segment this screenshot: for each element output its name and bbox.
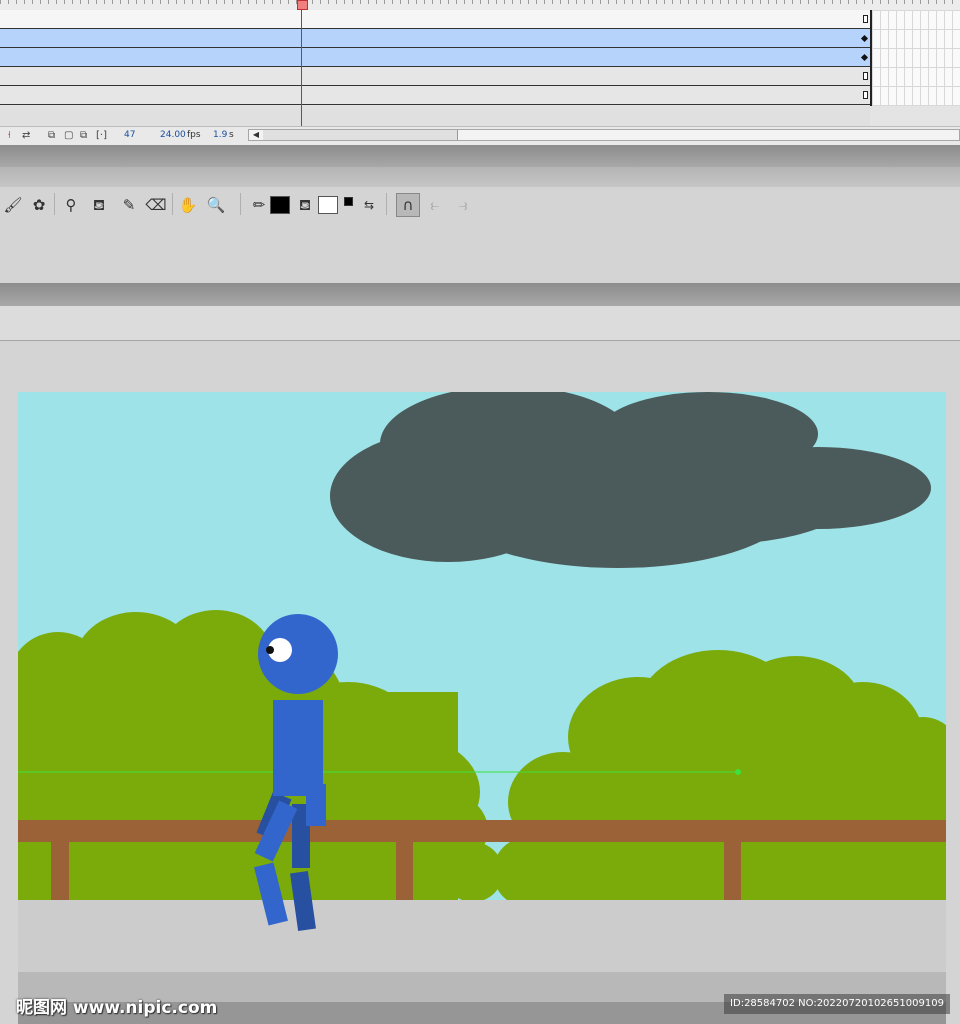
- watermark-right: ID:28584702 NO:20220720102651009109: [724, 994, 950, 1014]
- fill-color-icon[interactable]: ⛾: [294, 194, 316, 216]
- blank-keyframe-marker: [863, 91, 868, 99]
- layer-row[interactable]: [0, 86, 870, 105]
- scrollbar-thumb[interactable]: [263, 130, 458, 140]
- frame-rate[interactable]: 24.00: [160, 130, 186, 141]
- edit-multiple-frames-icon[interactable]: ⧉: [80, 130, 87, 141]
- elapsed-time-unit: s: [229, 130, 234, 140]
- frame-grid[interactable]: [870, 10, 960, 106]
- layer-row[interactable]: [0, 10, 870, 29]
- ground: [18, 900, 946, 972]
- eraser-icon[interactable]: ⌫: [145, 194, 167, 216]
- stage-edit-bar: [0, 306, 960, 341]
- tool-separator: [386, 193, 387, 215]
- tools-panel: 🖌 ✿ ⚲ ⛾ ✎ ⌫ ✋ 🔍 ✏ ⛾ ⇆ ∩ ⥼ ⥽: [0, 187, 960, 283]
- panel-header: [0, 167, 960, 187]
- fill-color-swatch[interactable]: [318, 196, 338, 214]
- panel-divider: [0, 145, 960, 167]
- layer-row[interactable]: [0, 29, 870, 48]
- stroke-color-swatch[interactable]: [270, 196, 290, 214]
- deco-icon[interactable]: ✿: [28, 194, 50, 216]
- bone-icon[interactable]: ⚲: [60, 194, 82, 216]
- modify-markers-icon[interactable]: [·]: [96, 130, 107, 141]
- stroke-color-icon[interactable]: ✏: [248, 194, 270, 216]
- scroll-left-arrow-icon[interactable]: ◀: [249, 130, 264, 140]
- straighten-icon: ⥽: [458, 196, 468, 214]
- zoom-icon[interactable]: 🔍: [205, 194, 227, 216]
- playhead-handle[interactable]: [297, 0, 308, 10]
- timeline-scrollbar[interactable]: ◀: [248, 129, 960, 141]
- onion-outline-icon[interactable]: ▢: [64, 130, 73, 141]
- eyedropper-icon[interactable]: ✎: [118, 194, 140, 216]
- keyframe-marker: [860, 34, 869, 43]
- smooth-icon: ⥼: [430, 196, 440, 214]
- timeline-panel: [0, 0, 960, 128]
- layer-row[interactable]: [0, 48, 870, 67]
- empty-layer-area: [0, 106, 870, 126]
- layer-row[interactable]: [0, 67, 870, 86]
- hand-icon[interactable]: ✋: [177, 194, 199, 216]
- onion-skin-icon[interactable]: ⧉: [48, 130, 55, 141]
- character-pupil: [266, 646, 274, 654]
- swap-colors-icon[interactable]: ⇆: [358, 194, 380, 216]
- black-white-icon[interactable]: [344, 197, 353, 206]
- tool-separator: [54, 193, 55, 215]
- tool-separator: [172, 193, 173, 215]
- paint-bucket-icon[interactable]: ⛾: [88, 194, 110, 216]
- elapsed-time: 1.9: [213, 130, 228, 140]
- stage-canvas[interactable]: [18, 392, 946, 1024]
- loop-icon[interactable]: ⇄: [22, 130, 30, 141]
- snap-magnet-icon[interactable]: ∩: [396, 193, 420, 217]
- blank-keyframe-marker: [863, 15, 868, 23]
- blank-keyframe-marker: [863, 72, 868, 80]
- watermark-left: 昵图网 www.nipic.com: [16, 998, 218, 1018]
- panel-divider: [0, 283, 960, 306]
- playhead-line: [301, 0, 302, 128]
- frame-rate-unit: fps: [187, 130, 201, 140]
- brush-icon[interactable]: 🖌: [2, 194, 24, 216]
- timeline-status-bar: ⍿ ⇄ ⧉ ▢ ⧉ [·] 47 24.00 fps 1.9 s ◀: [0, 126, 960, 146]
- keyframe-marker: [860, 53, 869, 62]
- current-frame[interactable]: 47: [124, 130, 135, 141]
- playhead-center-icon[interactable]: ⍿: [8, 130, 11, 141]
- tool-separator: [240, 193, 241, 215]
